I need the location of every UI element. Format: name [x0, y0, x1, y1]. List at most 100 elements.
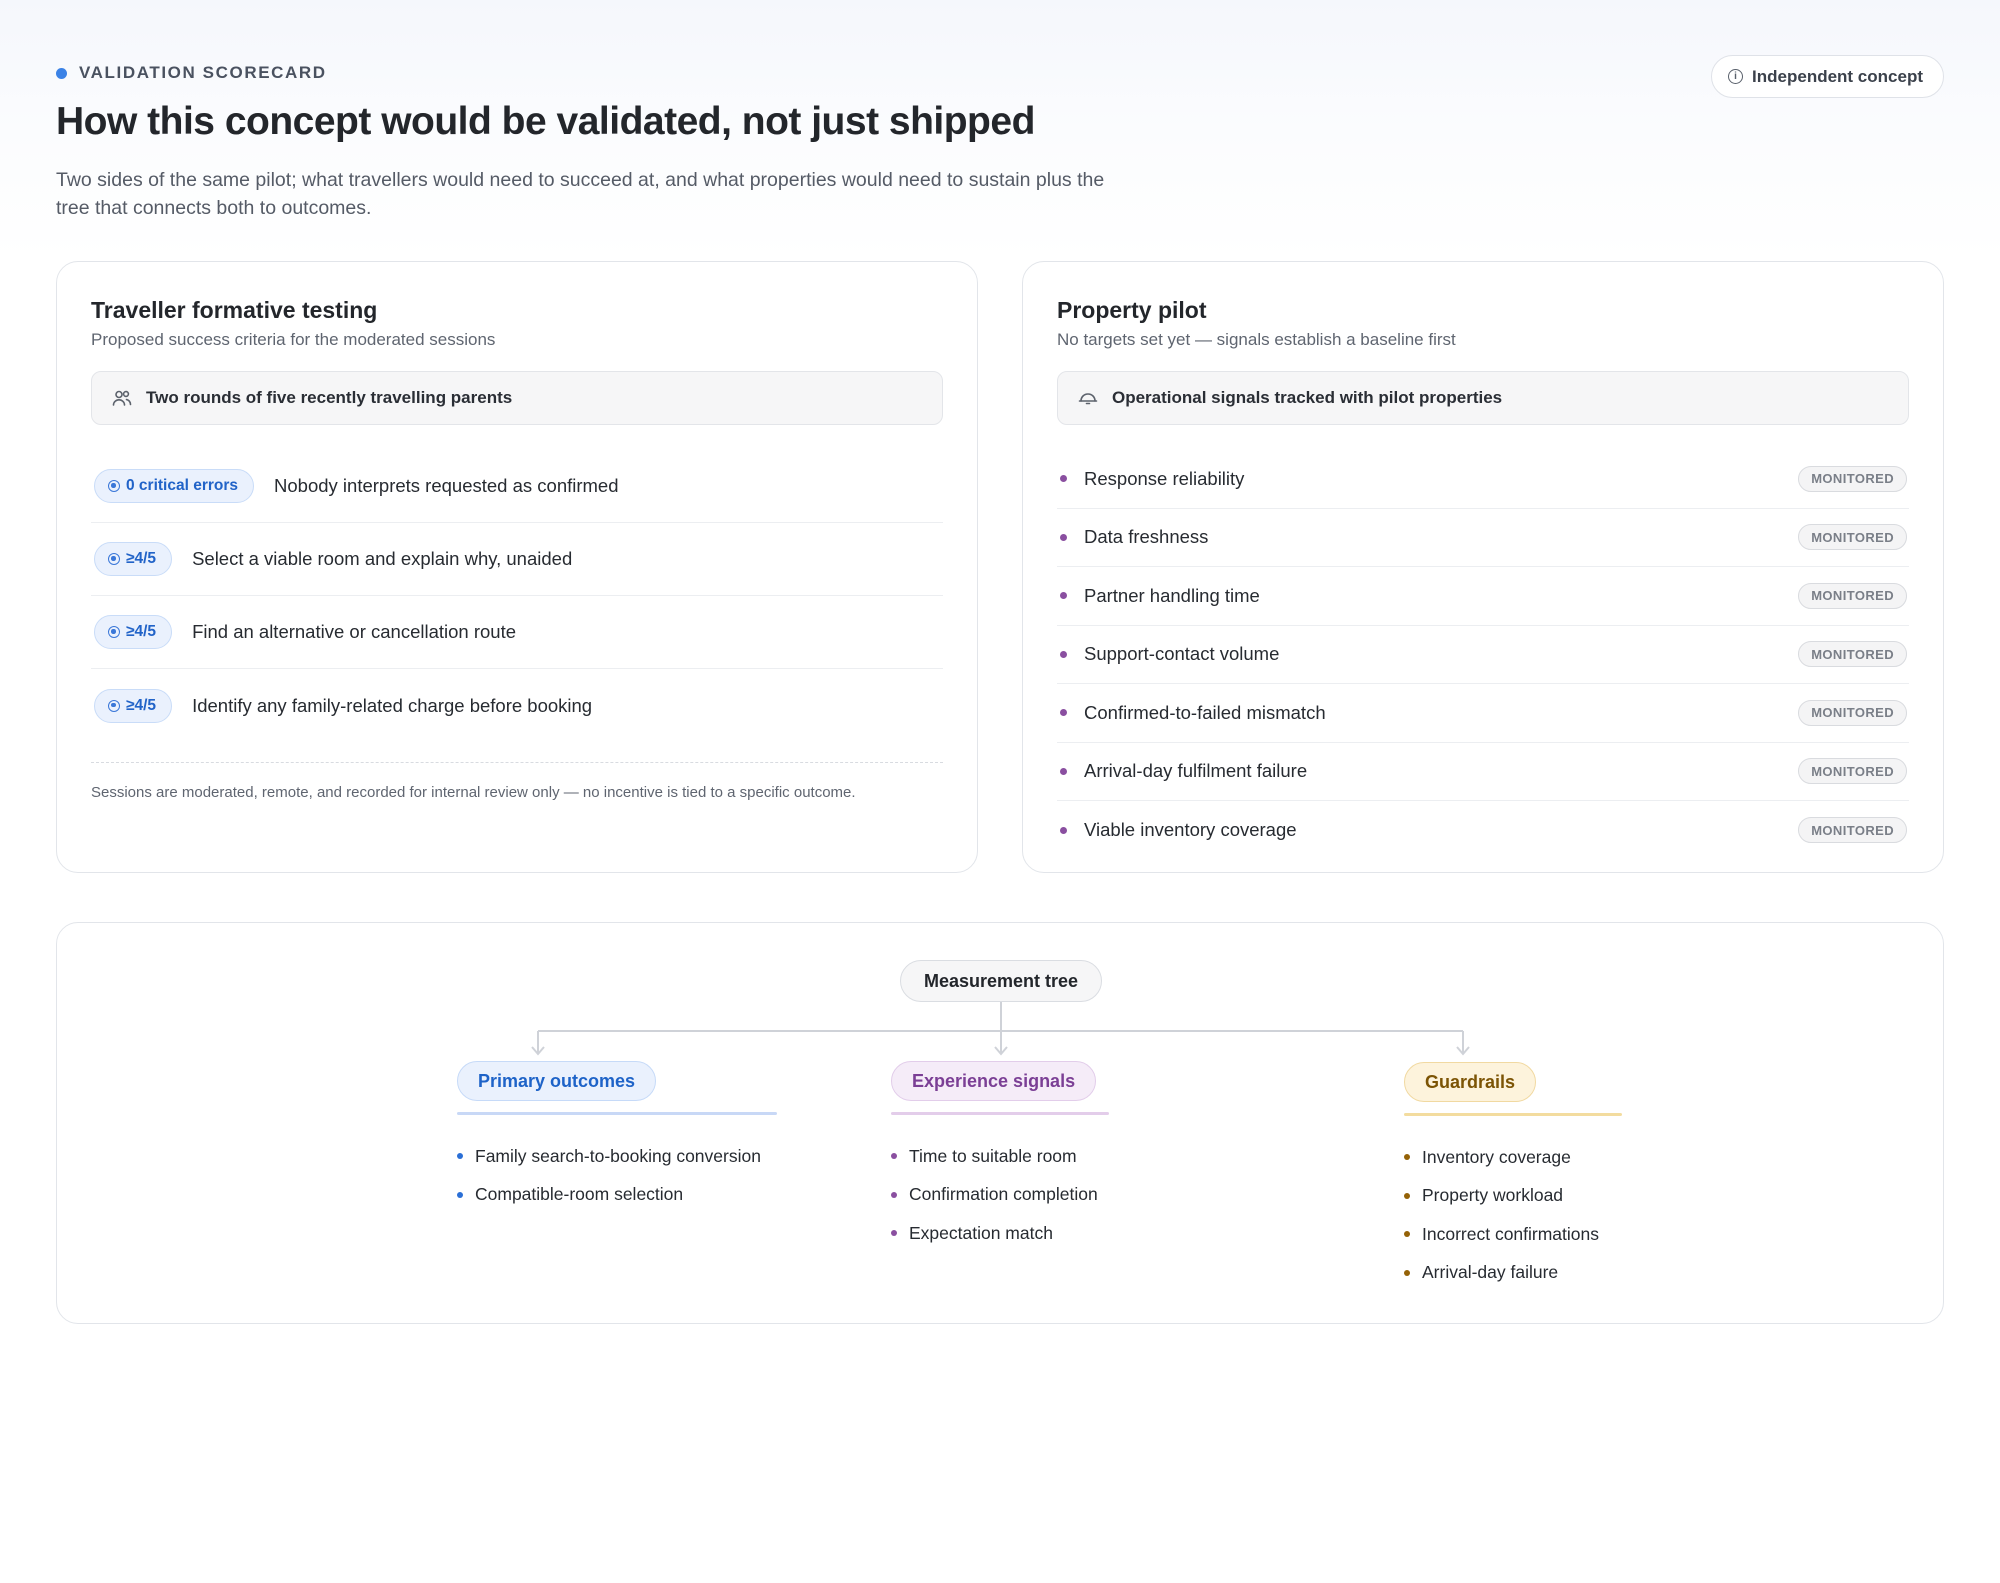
- signal-label: Support-contact volume: [1084, 643, 1280, 665]
- target-icon: [108, 699, 120, 712]
- success-criteria-list: 0 critical errors Nobody interprets requ…: [91, 450, 943, 742]
- target-label: ≥4/5: [126, 623, 157, 640]
- bullet-dot-icon: [1060, 826, 1067, 834]
- list-item-label: Time to suitable room: [909, 1145, 1077, 1166]
- signal-row: Viable inventory coverage MONITORED: [1057, 801, 1909, 860]
- guardrails-rule: [1404, 1113, 1622, 1116]
- monitored-badge: MONITORED: [1798, 758, 1907, 785]
- signals-callout: Operational signals tracked with pilot p…: [1057, 371, 1909, 425]
- signal-row: Confirmed-to-failed mismatch MONITORED: [1057, 684, 1909, 743]
- bullet-dot-icon: [891, 1191, 897, 1198]
- signal-label: Response reliability: [1084, 467, 1245, 489]
- signal-row: Arrival-day fulfilment failure MONITORED: [1057, 743, 1909, 801]
- page-title: How this concept would be validated, not…: [56, 100, 1035, 143]
- signals-callout-text: Operational signals tracked with pilot p…: [1112, 388, 1503, 407]
- criterion-row: ≥4/5 Find an alternative or cancellation…: [91, 596, 943, 669]
- eyebrow-dot-icon: [56, 67, 67, 79]
- signal-label: Arrival-day fulfilment failure: [1084, 760, 1308, 782]
- dashed-divider: [91, 762, 943, 763]
- traveller-card-title: Traveller formative testing: [91, 297, 378, 323]
- monitored-badge: MONITORED: [1798, 524, 1907, 551]
- guardrails-pill: Guardrails: [1404, 1062, 1537, 1102]
- bullet-dot-icon: [891, 1230, 897, 1237]
- independent-concept-badge: i Independent concept: [1711, 55, 1944, 98]
- list-item-label: Inventory coverage: [1422, 1146, 1571, 1167]
- signal-row: Partner handling time MONITORED: [1057, 567, 1909, 626]
- target-label: ≥4/5: [126, 696, 157, 714]
- bullet-dot-icon: [891, 1153, 897, 1160]
- primary-outcomes-rule: [457, 1112, 777, 1115]
- list-item: Time to suitable room: [891, 1137, 1109, 1176]
- list-item: Expectation match: [891, 1214, 1109, 1253]
- target-badge: ≥4/5: [94, 615, 173, 649]
- bullet-dot-icon: [457, 1191, 463, 1198]
- monitored-badge: MONITORED: [1798, 465, 1907, 492]
- measurement-tree-root: Measurement tree: [900, 960, 1102, 1002]
- signal-row: Support-contact volume MONITORED: [1057, 626, 1909, 684]
- list-item-label: Compatible-room selection: [475, 1184, 684, 1205]
- experience-signals-pill: Experience signals: [891, 1061, 1097, 1101]
- bullet-dot-icon: [1060, 650, 1067, 658]
- bullet-dot-icon: [1060, 533, 1067, 541]
- experience-signals-list: Time to suitable room Confirmation compl…: [891, 1137, 1109, 1253]
- criterion-row: ≥4/5 Identify any family-related charge …: [91, 669, 943, 742]
- property-pilot-card: Property pilot No targets set yet — sign…: [1022, 261, 1944, 873]
- primary-outcomes-list: Family search-to-booking conversion Comp…: [457, 1137, 777, 1214]
- criterion-row: ≥4/5 Select a viable room and explain wh…: [91, 523, 943, 596]
- traveller-testing-card: Traveller formative testing Proposed suc…: [56, 261, 978, 873]
- monitored-badge: MONITORED: [1798, 641, 1907, 668]
- target-icon: [108, 626, 120, 638]
- property-card-subtitle: No targets set yet — signals establish a…: [1057, 330, 1456, 349]
- target-badge: ≥4/5: [94, 542, 173, 576]
- list-item-label: Family search-to-booking conversion: [475, 1145, 761, 1166]
- signal-label: Confirmed-to-failed mismatch: [1084, 701, 1326, 723]
- signal-row: Data freshness MONITORED: [1057, 509, 1909, 567]
- bullet-dot-icon: [1060, 592, 1067, 600]
- measurement-tree-card: Measurement tree Primary outcomes Family…: [56, 922, 1944, 1324]
- sessions-footnote: Sessions are moderated, remote, and reco…: [91, 784, 856, 801]
- bullet-dot-icon: [457, 1153, 463, 1160]
- list-item: Property workload: [1404, 1177, 1622, 1216]
- info-icon: i: [1728, 69, 1744, 84]
- list-item: Family search-to-booking conversion: [457, 1137, 777, 1176]
- signal-label: Viable inventory coverage: [1084, 819, 1297, 841]
- operational-signals-list: Response reliability MONITORED Data fresh…: [1057, 450, 1909, 860]
- branch-primary-outcomes: Primary outcomes Family search-to-bookin…: [457, 1061, 777, 1214]
- list-item: Confirmation completion: [891, 1176, 1109, 1215]
- bell-icon: [1078, 393, 1098, 405]
- bullet-dot-icon: [1404, 1192, 1410, 1199]
- criterion-text: Find an alternative or cancellation rout…: [192, 621, 517, 642]
- criterion-row: 0 critical errors Nobody interprets requ…: [91, 450, 943, 523]
- monitored-badge: MONITORED: [1798, 582, 1907, 609]
- eyebrow-label: VALIDATION SCORECARD: [79, 63, 327, 82]
- bullet-dot-icon: [1404, 1269, 1410, 1276]
- target-label: ≥4/5: [126, 550, 157, 567]
- list-item-label: Arrival-day failure: [1422, 1262, 1559, 1283]
- list-item: Incorrect confirmations: [1404, 1215, 1622, 1254]
- branch-guardrails: Guardrails Inventory coverage Property w…: [1404, 1062, 1622, 1292]
- monitored-badge: MONITORED: [1798, 817, 1907, 844]
- list-item: Inventory coverage: [1404, 1138, 1622, 1177]
- traveller-card-subtitle: Proposed success criteria for the modera…: [91, 330, 496, 349]
- branch-experience-signals: Experience signals Time to suitable room…: [891, 1061, 1109, 1253]
- bullet-dot-icon: [1404, 1154, 1410, 1161]
- property-card-title: Property pilot: [1057, 297, 1207, 323]
- bullet-dot-icon: [1060, 767, 1067, 775]
- signal-label: Data freshness: [1084, 526, 1209, 548]
- list-item: Arrival-day failure: [1404, 1254, 1622, 1293]
- target-badge: 0 critical errors: [94, 469, 255, 503]
- list-item-label: Property workload: [1422, 1185, 1564, 1206]
- list-item: Compatible-room selection: [457, 1176, 777, 1215]
- guardrails-list: Inventory coverage Property workload Inc…: [1404, 1138, 1622, 1292]
- primary-outcomes-pill: Primary outcomes: [457, 1061, 657, 1101]
- list-item-label: Expectation match: [909, 1222, 1053, 1243]
- list-item-label: Confirmation completion: [909, 1184, 1098, 1205]
- criterion-text: Nobody interprets requested as confirmed: [274, 475, 619, 496]
- signal-label: Partner handling time: [1084, 584, 1260, 606]
- target-icon: [108, 480, 120, 492]
- list-item-label: Incorrect confirmations: [1422, 1223, 1600, 1244]
- bullet-dot-icon: [1060, 709, 1067, 717]
- criterion-text: Select a viable room and explain why, un…: [192, 548, 573, 569]
- independent-concept-label: Independent concept: [1752, 66, 1923, 86]
- bullet-dot-icon: [1060, 475, 1067, 483]
